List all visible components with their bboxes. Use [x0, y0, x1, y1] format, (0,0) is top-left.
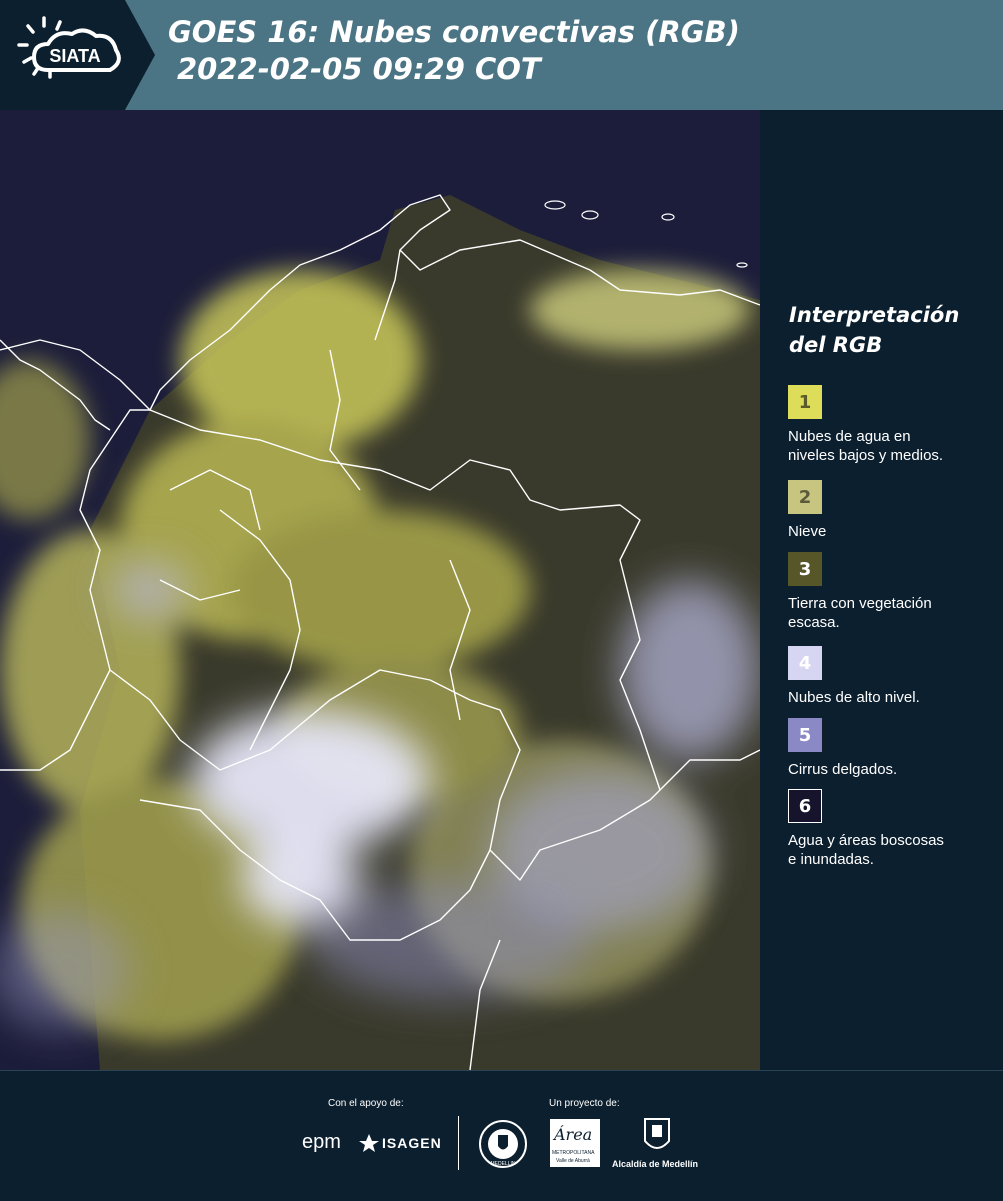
epm-logo: epm [302, 1131, 341, 1153]
alcaldia-shield-icon [644, 1118, 670, 1149]
legend-swatch-5: 5 [788, 718, 822, 752]
legend-item-4: 4 Nubes de alto nivel. [788, 646, 998, 707]
footer-sponsors: Con el apoyo de: Un proyecto de: epm ISA… [0, 1070, 1003, 1201]
legend-label-1-line-2: niveles bajos y medios. [788, 447, 944, 464]
isagen-logo: ISAGEN [382, 1135, 442, 1151]
legend-label-4: Nubes de alto nivel. [788, 688, 998, 707]
legend-item-6: 6 Agua y áreas boscosas e inundadas. [788, 789, 998, 869]
legend-title-line-2: del RGB [789, 333, 883, 357]
legend-label-2: Nieve [788, 522, 998, 541]
legend-label-6-line-2: e inundadas. [788, 851, 874, 868]
title-line-2: 2022-02-05 09:29 COT [177, 52, 541, 86]
medellin-seal-icon: MEDELLIN [479, 1120, 527, 1168]
legend-swatch-2: 2 [788, 480, 822, 514]
isagen-mark-icon [359, 1134, 379, 1152]
satellite-map [0, 110, 760, 1070]
alcaldia-text: Alcaldía de Medellín [612, 1159, 699, 1169]
project-label: Un proyecto de: [549, 1098, 620, 1109]
legend-item-5: 5 Cirrus delgados. [788, 718, 998, 779]
legend-label-6: Agua y áreas boscosas e inundadas. [788, 831, 998, 869]
legend-title-line-1: Interpretación [789, 303, 960, 327]
logo-text: SIATA [49, 46, 100, 66]
legend-label-4-line-1: Nubes de alto nivel. [788, 689, 920, 706]
page-title: GOES 16: Nubes convectivas (RGB) 2022-02… [168, 14, 740, 88]
legend-item-2: 2 Nieve [788, 480, 998, 541]
area-metropolitana-logo: Área METROPOLITANA Valle de Aburrá [550, 1119, 600, 1167]
legend-swatch-1: 1 [788, 385, 822, 419]
legend-label-3-line-1: Tierra con vegetación [788, 595, 932, 612]
legend-swatch-4: 4 [788, 646, 822, 680]
legend-swatch-3: 3 [788, 552, 822, 586]
legend-label-3: Tierra con vegetación escasa. [788, 594, 998, 632]
legend-label-3-line-2: escasa. [788, 614, 840, 631]
title-line-1: GOES 16: Nubes convectivas (RGB) [168, 15, 740, 49]
area-word: Área [554, 1125, 593, 1144]
legend-title: Interpretación del RGB [789, 300, 959, 360]
siata-logo: SIATA [0, 0, 155, 110]
footer-divider [458, 1116, 459, 1170]
legend-label-6-line-1: Agua y áreas boscosas [788, 832, 944, 849]
seal-text: MEDELLIN [490, 1161, 515, 1167]
support-label: Con el apoyo de: [328, 1098, 404, 1109]
legend-item-1: 1 Nubes de agua en niveles bajos y medio… [788, 385, 998, 465]
legend-label-5-line-1: Cirrus delgados. [788, 761, 898, 778]
area-sub-1: METROPOLITANA [552, 1150, 595, 1156]
legend-label-2-line-1: Nieve [788, 523, 827, 540]
legend-label-5: Cirrus delgados. [788, 760, 998, 779]
legend-panel: Interpretación del RGB 1 Nubes de agua e… [760, 110, 1003, 1070]
legend-swatch-6: 6 [788, 789, 822, 823]
legend-item-3: 3 Tierra con vegetación escasa. [788, 552, 998, 632]
area-sub-2: Valle de Aburrá [556, 1158, 590, 1164]
legend-label-1: Nubes de agua en niveles bajos y medios. [788, 427, 998, 465]
header-bar: SIATA GOES 16: Nubes convectivas (RGB) 2… [0, 0, 1003, 110]
legend-label-1-line-1: Nubes de agua en [788, 428, 911, 445]
